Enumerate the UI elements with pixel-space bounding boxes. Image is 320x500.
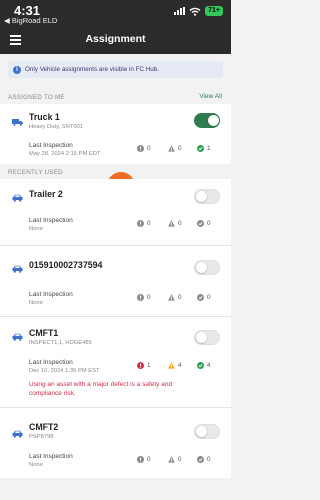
safety-warning-text: Using an asset with a major defect is a … [29,381,173,397]
info-text: Only Vehicle assignments are visible in … [25,66,160,73]
warning-triangle-icon [168,220,175,227]
wifi-icon [189,7,201,16]
alert-circle-icon [137,294,144,301]
warning-triangle-icon [168,362,175,369]
vehicle-details: Heavy Duty, SNT001 [29,124,84,130]
status-bar: 4:31 ◀ BigRoad ELD 71+ [0,0,231,26]
passed-count: 0 [197,294,211,301]
vehicle-name: 015910002737594 [29,260,103,270]
recent-section-label: RECENTLY USED [8,169,63,176]
info-banner: i Only Vehicle assignments are visible i… [8,61,223,78]
recent-vehicle-card[interactable]: CMFT2 PSP8798 Last Inspection None 0 0 0 [0,408,231,478]
view-all-link[interactable]: View All [199,93,222,100]
assignment-toggle[interactable] [194,424,220,439]
major-defect-count: 0 [137,294,151,301]
minor-defect-count: 0 [168,145,182,152]
alert-circle-icon [137,145,144,152]
alert-circle-icon [137,456,144,463]
battery-indicator: 71+ [205,6,223,16]
signal-icon [174,7,186,15]
assignment-toggle[interactable] [194,113,220,128]
passed-count: 0 [197,456,211,463]
assigned-section-label: ASSIGNED TO ME [8,94,65,101]
assignment-toggle[interactable] [194,330,220,345]
passed-count: 4 [197,362,211,369]
check-circle-icon [197,294,204,301]
vehicle-name: CMFT2 [29,422,59,432]
page-title: Assignment [85,33,146,45]
last-inspection-label: Last Inspection [29,291,73,298]
warning-triangle-icon [168,145,175,152]
major-defect-count: 1 [137,362,151,369]
last-inspection-date: Dec 10, 2024 1:35 PM EST [29,368,100,374]
car-icon [12,265,23,273]
major-defect-count: 0 [137,145,151,152]
passed-count: 0 [197,220,211,227]
last-inspection-label: Last Inspection [29,217,73,224]
minor-defect-count: 4 [168,362,182,369]
vehicle-name: CMFT1 [29,328,59,338]
last-inspection-label: Last Inspection [29,453,73,460]
car-icon [12,333,23,341]
assigned-vehicle-card[interactable]: Truck 1 Heavy Duty, SNT001 Last Inspecti… [0,104,231,164]
check-circle-icon [197,220,204,227]
last-inspection-label: Last Inspection [29,359,73,366]
warning-triangle-icon [168,456,175,463]
recent-vehicle-card[interactable]: Trailer 2 Last Inspection None 0 0 0 [0,179,231,245]
last-inspection-date: May 28, 2024 2:15 PM EDT [29,151,101,157]
truck-icon [12,119,23,126]
assignment-toggle[interactable] [194,189,220,204]
last-inspection-label: Last Inspection [29,142,73,149]
check-circle-icon [197,456,204,463]
warning-triangle-icon [168,294,175,301]
vehicle-details: INSPECT1,1, HDGE485 [29,340,92,346]
info-icon: i [13,65,21,74]
minor-defect-count: 0 [168,456,182,463]
vehicle-name: Trailer 2 [29,189,63,199]
recent-vehicle-card[interactable]: CMFT1 INSPECT1,1, HDGE485 Last Inspectio… [0,317,231,407]
alert-circle-icon [137,362,144,369]
recent-vehicle-card[interactable]: 015910002737594 Last Inspection None 0 0… [0,246,231,316]
vehicle-details: PSP8798 [29,434,54,440]
back-to-app-link[interactable]: ◀ BigRoad ELD [4,16,57,25]
app-header: Assignment [0,26,231,54]
last-inspection-date: None [29,300,43,306]
last-inspection-date: None [29,462,43,468]
assignment-toggle[interactable] [194,260,220,275]
major-defect-count: 0 [137,220,151,227]
vehicle-name: Truck 1 [29,112,60,122]
last-inspection-date: None [29,226,43,232]
alert-circle-icon [137,220,144,227]
check-circle-icon [197,145,204,152]
car-icon [12,194,23,202]
car-icon [12,430,23,438]
minor-defect-count: 0 [168,220,182,227]
passed-count: 1 [197,145,211,152]
major-defect-count: 0 [137,456,151,463]
check-circle-icon [197,362,204,369]
minor-defect-count: 0 [168,294,182,301]
